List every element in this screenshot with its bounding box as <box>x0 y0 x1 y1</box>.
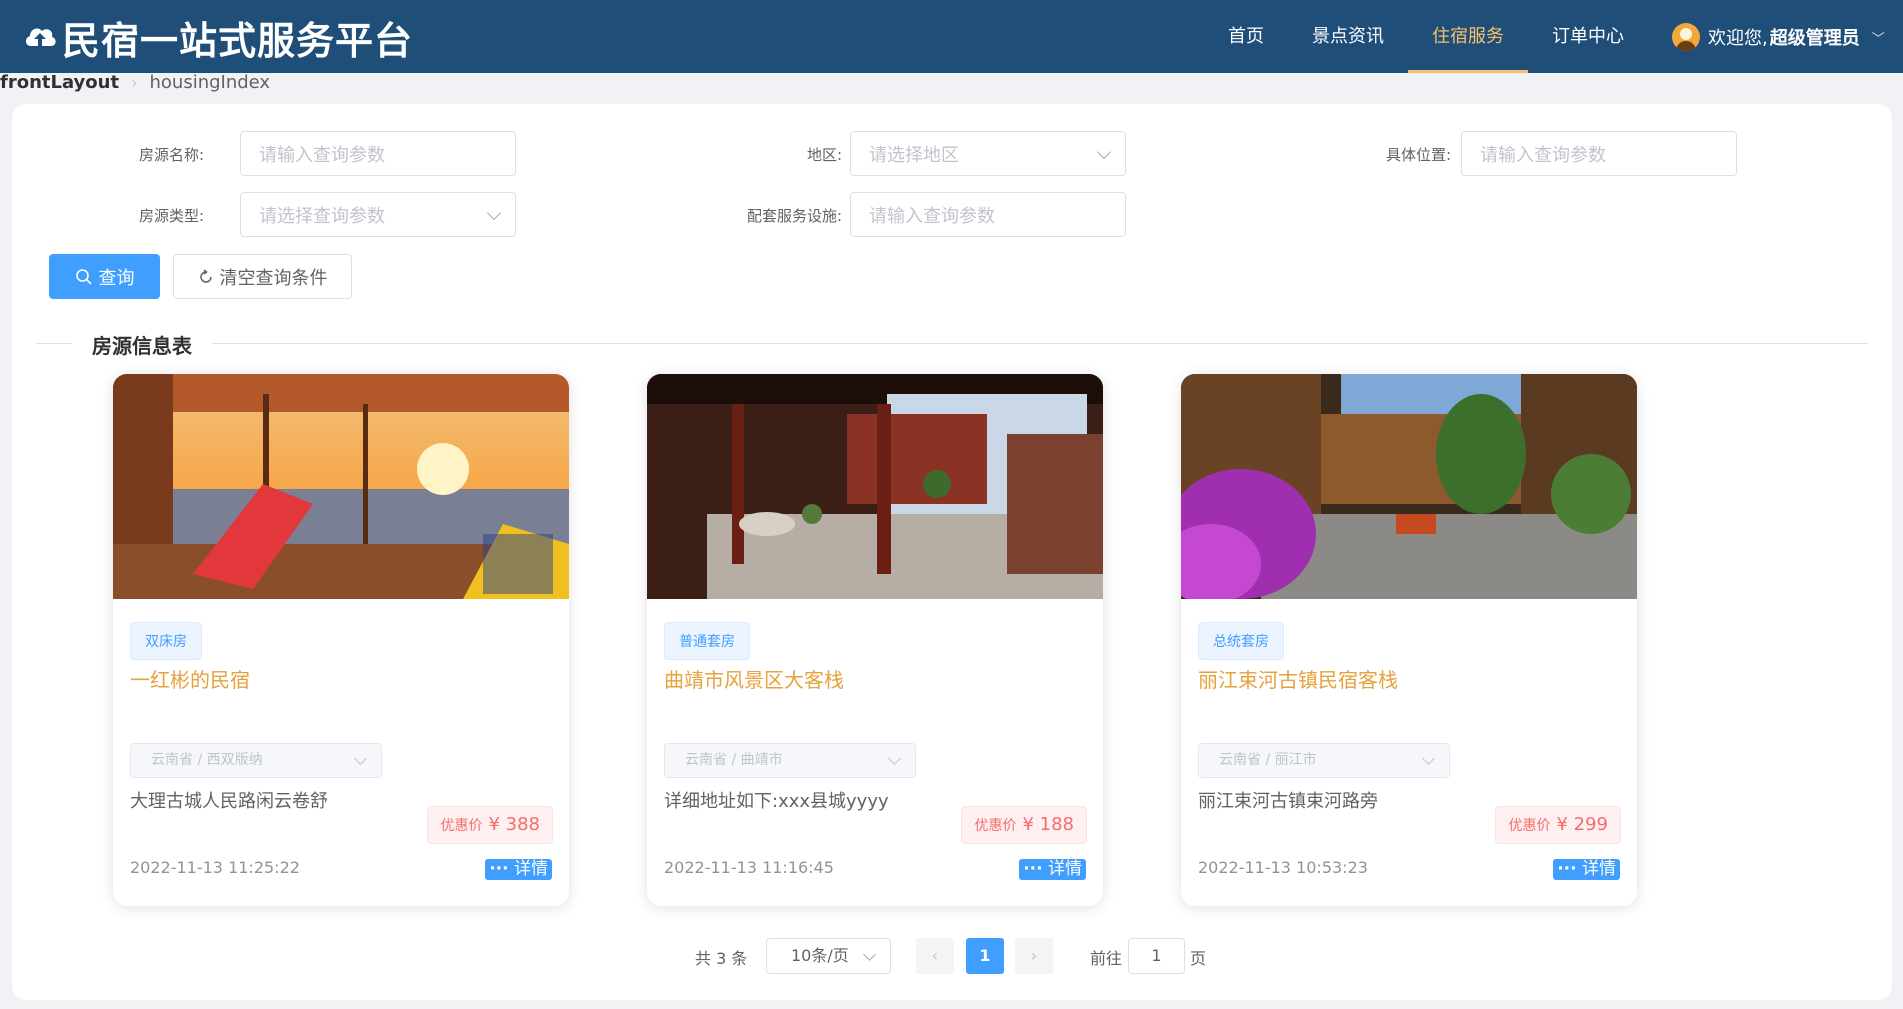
nav-home[interactable]: 首页 <box>1212 0 1280 73</box>
listing-date: 2022-11-13 10:53:23 <box>1198 858 1368 877</box>
chevron-right-icon: › <box>131 73 138 92</box>
reset-button[interactable]: 清空查询条件 <box>173 254 352 299</box>
pagination-total: 共 3 条 <box>695 949 748 968</box>
room-type-tag: 总统套房 <box>1198 622 1284 660</box>
listing-address: 丽江束河古镇束河路旁 <box>1198 791 1378 812</box>
listing-card[interactable]: 总统套房 丽江束河古镇民宿客栈 云南省 / 丽江市 丽江束河古镇束河路旁 优惠价… <box>1181 374 1637 906</box>
listing-image[interactable] <box>1181 374 1637 599</box>
next-page-button[interactable]: › <box>1015 938 1053 974</box>
breadcrumb-item-current: housingIndex <box>149 72 271 93</box>
listing-date: 2022-11-13 11:16:45 <box>664 858 834 877</box>
facilities-input[interactable]: 请输入查询参数 <box>850 192 1126 237</box>
chevron-down-icon: ﹀ <box>1871 31 1885 47</box>
refresh-icon <box>199 268 212 283</box>
more-icon: ··· <box>1023 859 1043 879</box>
price-badge: 优惠价 ¥ 299 <box>1495 806 1621 844</box>
breadcrumb: frontLayout › housingIndex <box>0 73 270 93</box>
chevron-down-icon <box>1096 144 1112 160</box>
more-icon: ··· <box>1557 859 1577 879</box>
chevron-down-icon <box>863 948 876 961</box>
room-type-tag: 双床房 <box>130 622 202 660</box>
chevron-down-icon <box>354 752 367 765</box>
goto-page-input[interactable]: 1 <box>1128 938 1185 974</box>
house-name-input[interactable]: 请输入查询参数 <box>240 131 516 176</box>
section-title: 房源信息表 <box>72 330 212 359</box>
label-house-type: 房源类型: <box>138 207 204 225</box>
goto-label: 前往 <box>1090 949 1123 968</box>
page-suffix: 页 <box>1190 949 1207 968</box>
listing-image[interactable] <box>647 374 1103 599</box>
detail-button[interactable]: ··· 详情 <box>485 859 552 880</box>
top-header: 民宿一站式服务平台 首页 景点资讯 住宿服务 订单中心 欢迎您, 超级管理员 ﹀ <box>0 0 1903 73</box>
region-cascader: 云南省 / 西双版纳 <box>130 743 382 778</box>
region-select[interactable]: 请选择地区 <box>850 131 1126 176</box>
listing-image[interactable] <box>113 374 569 599</box>
label-location: 具体位置: <box>1385 146 1451 164</box>
label-house-name: 房源名称: <box>138 146 204 164</box>
detail-button[interactable]: ··· 详情 <box>1553 859 1620 880</box>
page-number-button[interactable]: 1 <box>966 938 1004 974</box>
label-region: 地区: <box>806 146 842 164</box>
room-type-tag: 普通套房 <box>664 622 750 660</box>
listing-card[interactable]: 双床房 一红彬的民宿 云南省 / 西双版纳 大理古城人民路闲云卷舒 优惠价 ¥ 3… <box>113 374 569 906</box>
listing-address: 详细地址如下:xxx县城yyyy <box>664 791 889 812</box>
chevron-down-icon <box>888 752 901 765</box>
listing-date: 2022-11-13 11:25:22 <box>130 858 300 877</box>
chevron-down-icon <box>486 205 502 221</box>
nav-attractions[interactable]: 景点资讯 <box>1300 0 1396 73</box>
query-button[interactable]: 查询 <box>49 254 160 299</box>
region-cascader: 云南省 / 曲靖市 <box>664 743 916 778</box>
listing-name[interactable]: 一红彬的民宿 <box>130 664 250 693</box>
main-panel: 房源名称: 请输入查询参数 地区: 请选择地区 具体位置: 请输入查询参数 房源… <box>12 104 1892 1000</box>
label-facilities: 配套服务设施: <box>746 207 842 225</box>
search-icon <box>75 268 92 285</box>
user-menu[interactable]: 欢迎您, 超级管理员 ﹀ <box>1672 22 1885 52</box>
user-greeting: 欢迎您, <box>1708 28 1768 49</box>
listing-address: 大理古城人民路闲云卷舒 <box>130 791 328 812</box>
cloud-upload-icon <box>25 28 56 46</box>
page-size-select[interactable]: 10条/页 <box>766 938 891 974</box>
avatar <box>1672 23 1700 51</box>
location-input[interactable]: 请输入查询参数 <box>1461 131 1737 176</box>
more-icon: ··· <box>489 859 509 879</box>
brand[interactable]: 民宿一站式服务平台 <box>22 14 413 63</box>
app-title: 民宿一站式服务平台 <box>62 18 414 63</box>
price-badge: 优惠价 ¥ 388 <box>427 806 553 844</box>
chevron-right-icon: › <box>1030 946 1038 965</box>
chevron-down-icon <box>1422 752 1435 765</box>
region-cascader: 云南省 / 丽江市 <box>1198 743 1450 778</box>
detail-button[interactable]: ··· 详情 <box>1019 859 1086 880</box>
chevron-left-icon: ‹ <box>931 946 939 965</box>
price-badge: 优惠价 ¥ 188 <box>961 806 1087 844</box>
listing-card[interactable]: 普通套房 曲靖市风景区大客栈 云南省 / 曲靖市 详细地址如下:xxx县城yyy… <box>647 374 1103 906</box>
listing-name[interactable]: 丽江束河古镇民宿客栈 <box>1198 664 1398 693</box>
user-name: 超级管理员 <box>1769 28 1860 49</box>
listing-name[interactable]: 曲靖市风景区大客栈 <box>664 664 844 693</box>
section-divider <box>36 343 1868 344</box>
breadcrumb-item-root[interactable]: frontLayout <box>0 73 119 93</box>
house-type-select[interactable]: 请选择查询参数 <box>240 192 516 237</box>
nav-orders[interactable]: 订单中心 <box>1540 0 1636 73</box>
nav-accommodation[interactable]: 住宿服务 <box>1408 0 1528 73</box>
prev-page-button[interactable]: ‹ <box>916 938 954 974</box>
